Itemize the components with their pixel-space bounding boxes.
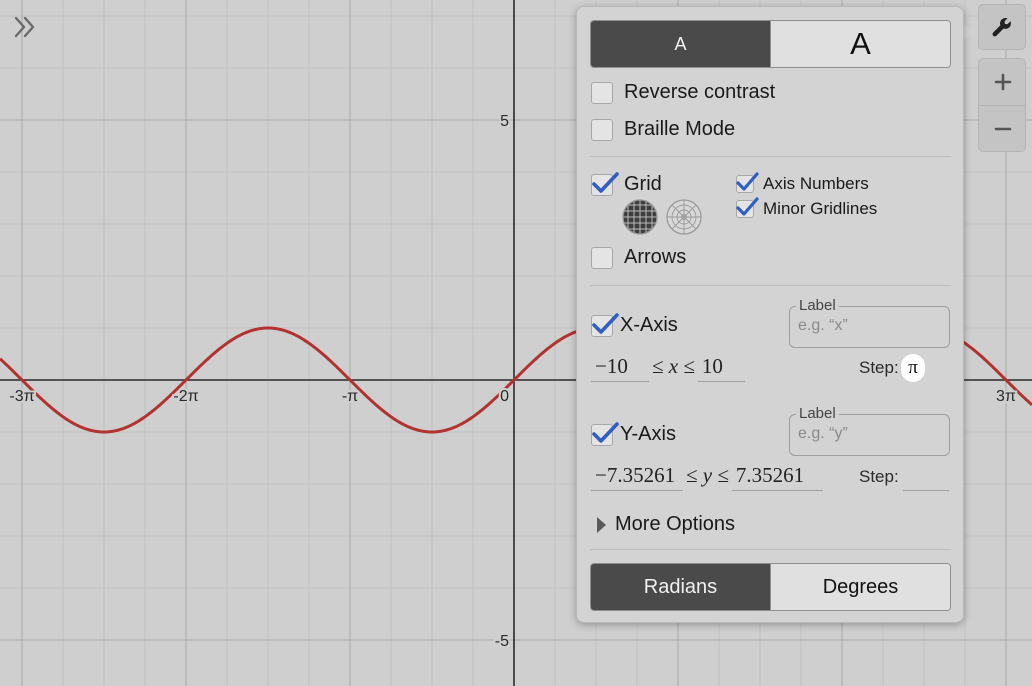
- graph-settings-button[interactable]: [978, 4, 1026, 50]
- radians-button[interactable]: Radians: [591, 564, 770, 610]
- grid-label: Grid: [624, 173, 662, 195]
- reverse-contrast-toggle[interactable]: Reverse contrast: [591, 81, 775, 104]
- minor-gridlines-label: Minor Gridlines: [763, 199, 878, 218]
- reverse-contrast-checkbox[interactable]: [591, 81, 613, 104]
- graph-settings-panel: A A Reverse contrast Braille Mode Grid A…: [576, 6, 964, 623]
- minor-gridlines-checkbox[interactable]: [736, 197, 759, 218]
- angle-mode-toggle: Radians Degrees: [590, 563, 951, 611]
- polar-grid-icon[interactable]: [665, 198, 703, 236]
- y-axis-range: −7.35261 ≤ y ≤ 7.35261: [591, 463, 823, 491]
- zoom-in-button[interactable]: [979, 59, 1025, 105]
- more-options-toggle[interactable]: More Options: [597, 513, 735, 536]
- braille-mode-label: Braille Mode: [624, 118, 736, 140]
- expand-expressions-button[interactable]: [8, 10, 42, 44]
- small-text-button[interactable]: A: [591, 21, 770, 67]
- arrows-toggle[interactable]: Arrows: [591, 246, 686, 269]
- x-axis-label: X-Axis: [620, 314, 678, 336]
- x-axis-label-input[interactable]: [798, 317, 938, 335]
- graph-toolbar: [978, 4, 1026, 152]
- y-axis-label: Y-Axis: [620, 423, 676, 445]
- zoom-out-button[interactable]: [979, 105, 1025, 151]
- x-tick-label: -2π: [173, 388, 198, 405]
- more-options-label: More Options: [615, 513, 736, 535]
- y-axis-toggle[interactable]: Y-Axis: [591, 421, 676, 446]
- divider: [590, 285, 951, 286]
- x-tick-label: -π: [342, 388, 358, 405]
- arrows-checkbox[interactable]: [591, 246, 613, 269]
- axis-numbers-label: Axis Numbers: [763, 174, 869, 193]
- y-tick-label: 5: [500, 113, 509, 130]
- y-axis-label-field: Label: [789, 405, 950, 456]
- x-min-input[interactable]: −10: [591, 354, 649, 382]
- x-range-operator: ≤ x ≤: [652, 354, 695, 378]
- y-range-operator: ≤ y ≤: [686, 463, 729, 487]
- reverse-contrast-label: Reverse contrast: [624, 81, 776, 103]
- checkmark-icon: [592, 421, 619, 443]
- y-axis-label-input[interactable]: [798, 425, 938, 443]
- y-step-input[interactable]: [903, 469, 949, 491]
- triangle-right-icon: [597, 516, 606, 533]
- zoom-controls: [978, 58, 1026, 152]
- grid-toggle[interactable]: Grid: [591, 171, 662, 196]
- y-max-input[interactable]: 7.35261: [731, 463, 823, 491]
- divider: [590, 156, 951, 157]
- checkmark-icon: [736, 172, 759, 191]
- y-axis-tick-labels: 5 -5: [493, 111, 511, 652]
- x-axis-toggle[interactable]: X-Axis: [591, 312, 678, 337]
- divider: [590, 549, 951, 550]
- axis-numbers-toggle[interactable]: Axis Numbers: [736, 172, 869, 194]
- y-min-input[interactable]: −7.35261: [591, 463, 683, 491]
- checkmark-icon: [736, 197, 759, 216]
- x-max-input[interactable]: 10: [697, 354, 745, 382]
- x-axis-checkbox[interactable]: [591, 312, 619, 337]
- minus-icon: [994, 127, 1012, 130]
- wrench-icon: [992, 17, 1011, 37]
- checkmark-icon: [592, 312, 619, 334]
- minor-gridlines-toggle[interactable]: Minor Gridlines: [736, 197, 878, 219]
- braille-mode-toggle[interactable]: Braille Mode: [591, 118, 735, 141]
- x-axis-range: −10 ≤ x ≤ 10: [591, 354, 745, 382]
- y-step-label: Step:: [859, 467, 899, 486]
- text-size-toggle: A A: [590, 20, 951, 68]
- cartesian-grid-icon[interactable]: [621, 198, 659, 236]
- grid-checkbox[interactable]: [591, 171, 619, 196]
- x-axis-label-field: Label: [789, 297, 950, 348]
- x-step-label: Step:: [859, 358, 899, 377]
- arrows-label: Arrows: [624, 246, 687, 268]
- checkmark-icon: [592, 171, 619, 193]
- double-chevron-right-icon: [14, 16, 35, 38]
- axis-numbers-checkbox[interactable]: [736, 172, 759, 193]
- braille-mode-checkbox[interactable]: [591, 118, 613, 141]
- y-axis-checkbox[interactable]: [591, 421, 619, 446]
- x-tick-label: 0: [500, 388, 509, 405]
- large-text-button[interactable]: A: [770, 21, 950, 67]
- plus-icon: [994, 73, 1012, 91]
- y-tick-label: -5: [495, 633, 509, 650]
- x-tick-label: -3π: [9, 388, 34, 405]
- y-axis-label-legend: Label: [796, 405, 839, 422]
- degrees-button[interactable]: Degrees: [770, 564, 950, 610]
- x-step-input[interactable]: π: [901, 354, 925, 382]
- x-tick-label: 3π: [996, 388, 1016, 405]
- x-axis-label-legend: Label: [796, 297, 839, 314]
